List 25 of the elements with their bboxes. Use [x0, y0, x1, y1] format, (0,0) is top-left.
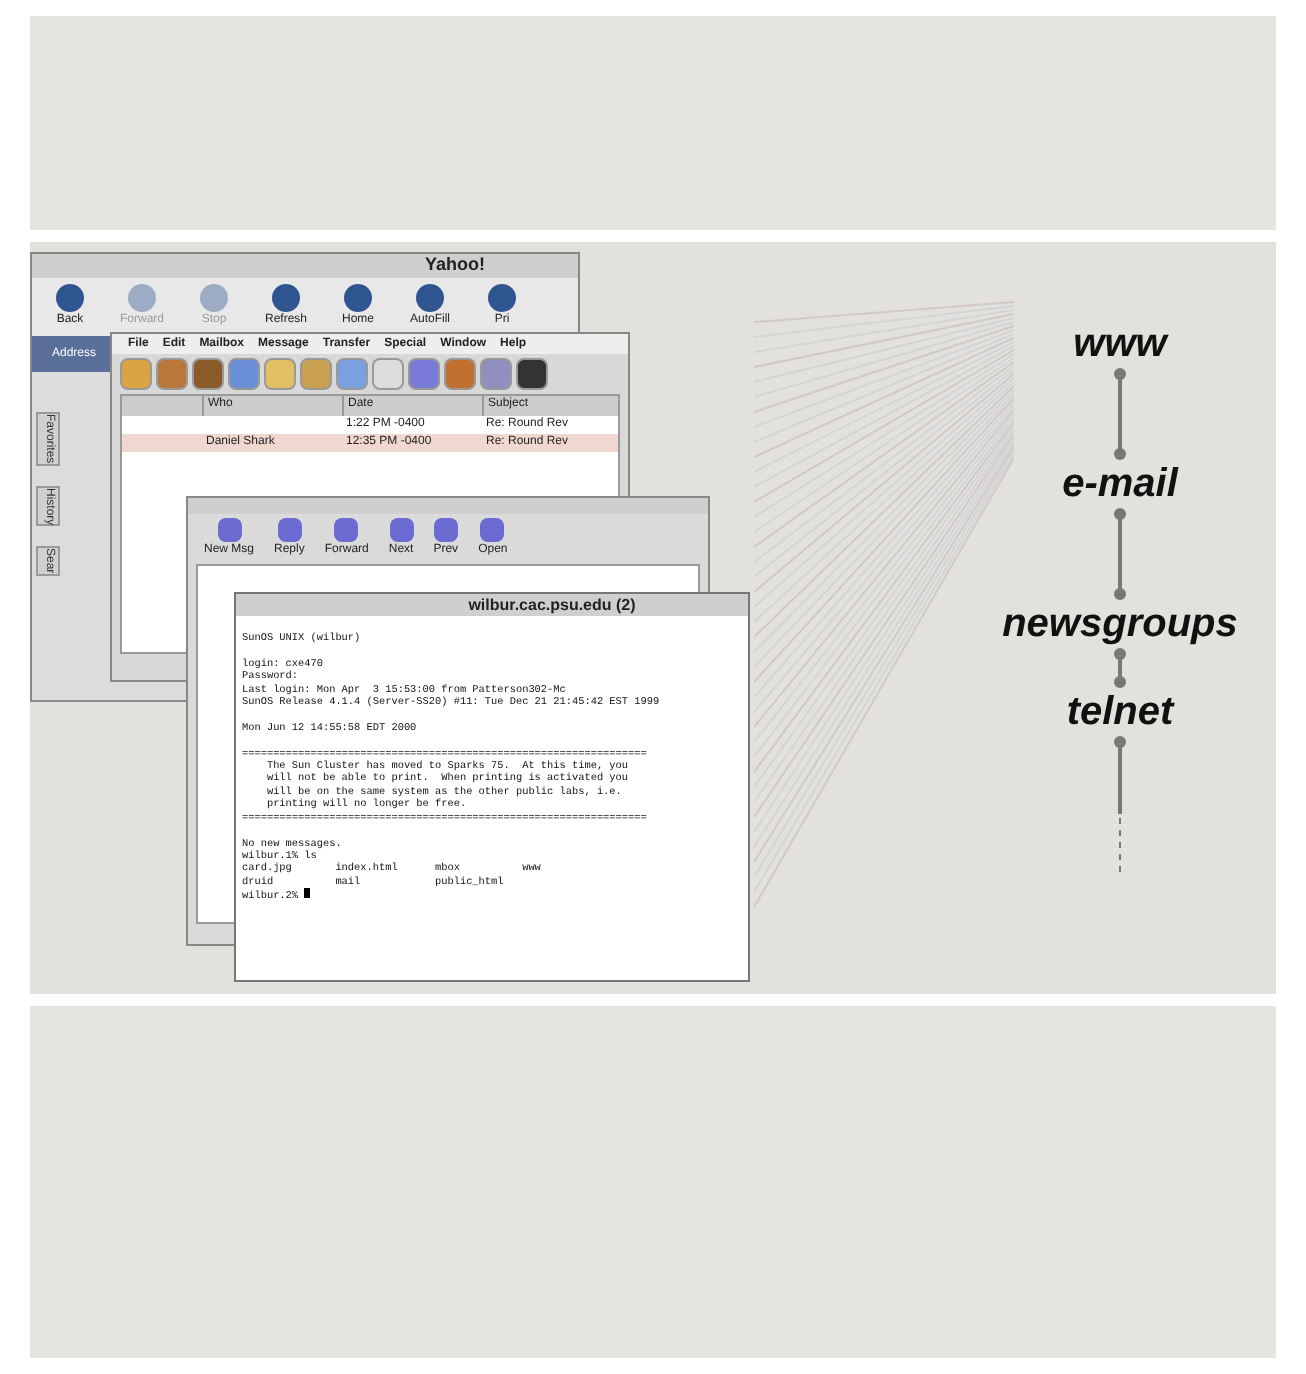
toolbar-icon[interactable]: [192, 358, 224, 390]
timeline-label: e-mail: [1062, 462, 1178, 506]
connector-line: [1111, 646, 1128, 690]
toolbar-icon: [56, 284, 84, 312]
toolbar-icon[interactable]: [516, 358, 548, 390]
toolbar-icon: [277, 518, 302, 542]
timeline-label: newsgroups: [1002, 602, 1238, 646]
timeline-label: www: [1073, 322, 1167, 366]
toolbar-icon: [344, 284, 372, 312]
toolbar-icon: [200, 284, 228, 312]
toolbar-icon: [272, 284, 300, 312]
toolbar-icon: [433, 518, 458, 542]
toolbar-icon: [389, 518, 414, 542]
toolbar-icon: [416, 284, 444, 312]
toolbar-icon: [128, 284, 156, 312]
connector-line: [1112, 506, 1128, 602]
connector-line: [1111, 366, 1128, 462]
dashed-connector-line: [1112, 734, 1128, 874]
timeline-label: telnet: [1066, 690, 1174, 734]
toolbar-icon: [488, 284, 516, 312]
toolbar-icon: [334, 518, 359, 542]
toolbar-icon: [480, 518, 505, 542]
toolbar-icon: [217, 518, 241, 542]
window-title: Yahoo!: [424, 252, 485, 279]
window-title: wilbur.cac.psu.edu (2): [468, 593, 636, 617]
